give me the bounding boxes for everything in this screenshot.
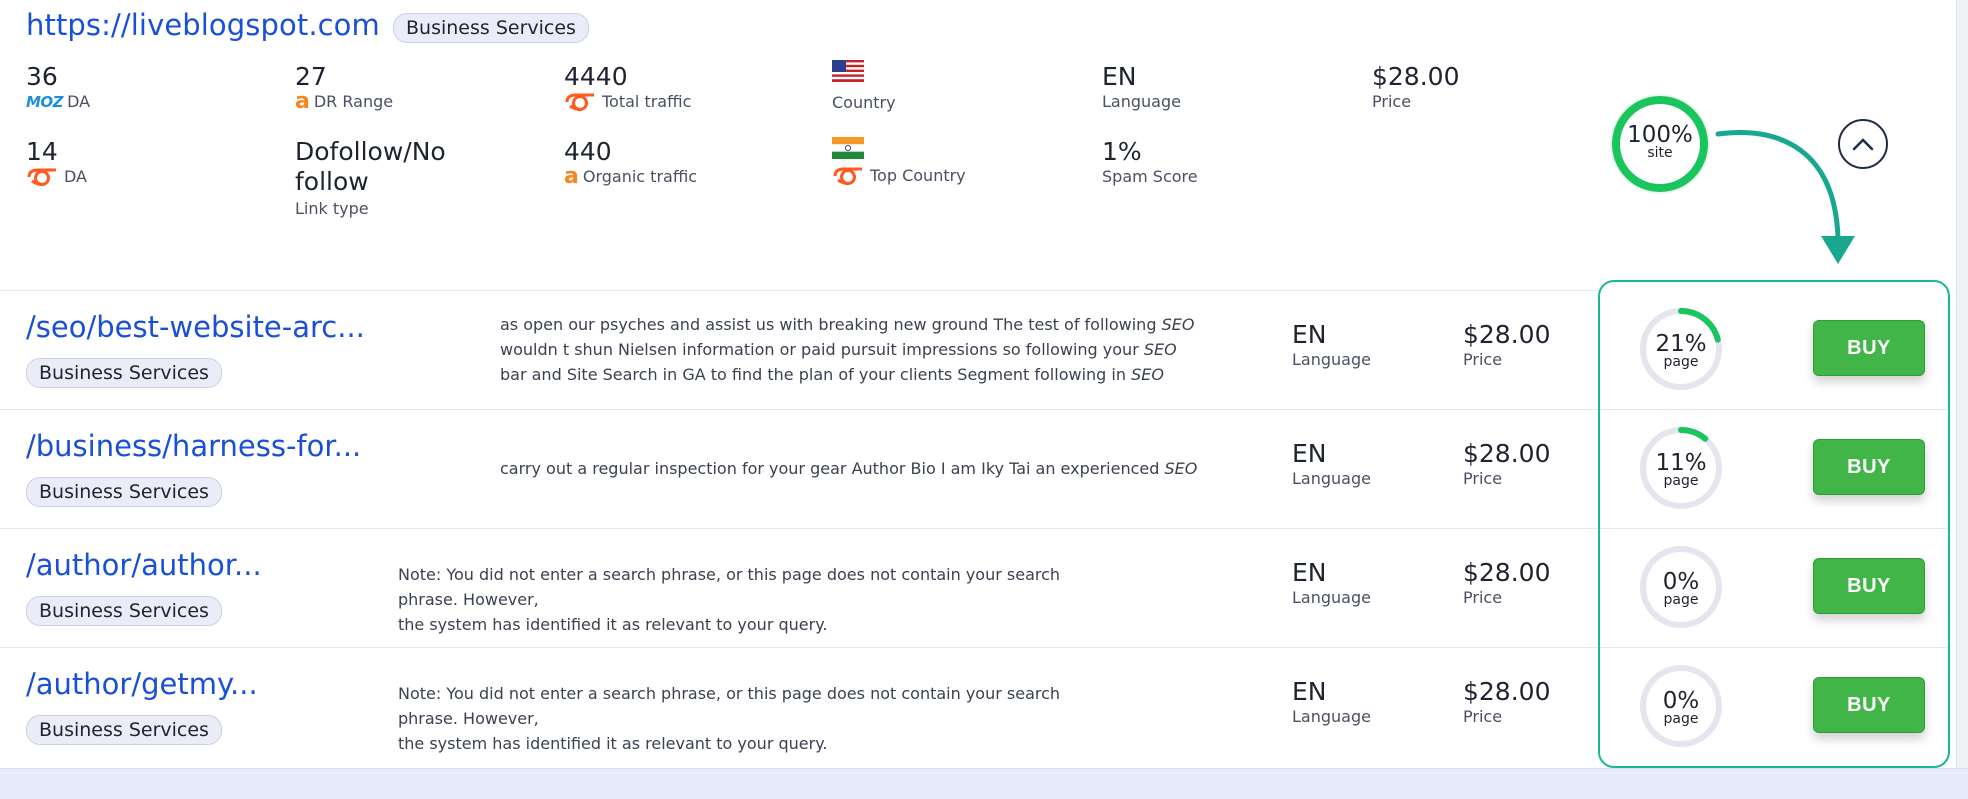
metric-price: $28.00 Price xyxy=(1372,62,1459,112)
site-score-sub: site xyxy=(1647,145,1673,161)
semrush-icon xyxy=(27,168,56,186)
desc-line: the system has identified it as relevant… xyxy=(398,734,828,753)
collapse-button[interactable] xyxy=(1838,119,1888,169)
page-price: $28.00 Price xyxy=(1463,558,1551,607)
metric-total-traffic: 4440 Total traffic xyxy=(564,62,691,112)
spam-score-value: 1% xyxy=(1102,137,1142,166)
link-type-value-line1: Dofollow/No xyxy=(295,137,446,166)
page-path-link[interactable]: /author/author... xyxy=(26,548,262,582)
page-category-tag: Business Services xyxy=(26,358,222,388)
metric-language: EN Language xyxy=(1102,62,1181,112)
desc-line: the system has identified it as relevant… xyxy=(398,615,828,634)
link-type-label: Link type xyxy=(295,199,369,218)
page-description: Note: You did not enter a search phrase,… xyxy=(398,562,1108,637)
desc-line: wouldn t shun Nielsen information or pai… xyxy=(500,339,1177,359)
page-price: $28.00 Price xyxy=(1463,439,1551,488)
total-traffic-label: Total traffic xyxy=(602,92,692,111)
site-score-text: 100% site xyxy=(1608,122,1712,161)
keyword-highlight: SEO xyxy=(1164,458,1198,478)
semrush-icon xyxy=(833,167,862,185)
language-label: Language xyxy=(1102,92,1181,111)
metric-spam-score: 1% Spam Score xyxy=(1102,137,1198,187)
moz-logo-icon: MOZ xyxy=(26,93,64,111)
page-path-link[interactable]: /author/getmy... xyxy=(26,667,258,701)
page-description: as open our psyches and assist us with b… xyxy=(500,312,1210,387)
keyword-highlight: SEO xyxy=(1131,364,1164,384)
organic-traffic-label: Organic traffic xyxy=(582,167,698,186)
top-country-label: Top Country xyxy=(870,166,966,185)
site-score-percent: 100% xyxy=(1627,122,1693,148)
moz-da-value: 36 xyxy=(26,62,58,91)
ahrefs-icon: a xyxy=(295,89,310,114)
price-value: $28.00 xyxy=(1372,62,1460,91)
scrollbar-track[interactable] xyxy=(1956,0,1968,770)
india-flag-icon xyxy=(832,137,864,159)
spam-score-label: Spam Score xyxy=(1102,167,1198,186)
footer-band xyxy=(0,768,1968,799)
page-path-link[interactable]: /seo/best-website-arc... xyxy=(26,310,365,344)
ahrefs-icon: a xyxy=(564,164,579,189)
us-flag-icon xyxy=(832,60,864,82)
country-label: Country xyxy=(832,93,896,112)
semrush-da-value: 14 xyxy=(26,137,58,166)
divider xyxy=(1600,528,1948,529)
price-label: Price xyxy=(1372,92,1412,111)
page-language: EN Language xyxy=(1292,558,1371,607)
keyword-highlight: SEO xyxy=(1161,314,1195,334)
buy-button[interactable]: BUY xyxy=(1813,320,1925,376)
divider xyxy=(1600,647,1948,648)
page-category-tag: Business Services xyxy=(26,596,222,626)
metric-link-type: Dofollow/No follow Link type xyxy=(295,137,446,219)
buy-button[interactable]: BUY xyxy=(1813,439,1925,495)
page: https://liveblogspot.com Business Servic… xyxy=(0,0,1968,799)
site-category-tag: Business Services xyxy=(393,13,589,43)
page-description: carry out a regular inspection for your … xyxy=(500,456,1210,481)
page-score-text: 0% page xyxy=(1662,688,1700,727)
page-category-tag: Business Services xyxy=(26,715,222,745)
page-score-text: 11% page xyxy=(1655,450,1707,489)
organic-traffic-value: 440 xyxy=(564,137,612,166)
desc-line: bar and Site Search in GA to find the pl… xyxy=(500,364,1164,384)
page-language: EN Language xyxy=(1292,320,1371,369)
page-price: $28.00 Price xyxy=(1463,677,1551,726)
page-path-link[interactable]: /business/harness-for... xyxy=(26,429,361,463)
keyword-highlight: SEO xyxy=(1143,339,1177,359)
language-value: EN xyxy=(1102,62,1137,91)
buy-button[interactable]: BUY xyxy=(1813,558,1925,614)
divider xyxy=(1600,409,1948,410)
desc-line: as open our psyches and assist us with b… xyxy=(500,314,1195,334)
metric-moz-da: 36 MOZ DA xyxy=(26,62,90,112)
metric-organic-traffic: 440 a Organic traffic xyxy=(564,137,698,189)
moz-da-label: DA xyxy=(67,92,91,111)
semrush-icon xyxy=(565,93,594,111)
metric-top-country: Top Country xyxy=(832,137,966,186)
chevron-up-icon xyxy=(1852,138,1874,151)
semrush-da-label: DA xyxy=(64,167,87,186)
page-description: Note: You did not enter a search phrase,… xyxy=(398,681,1108,756)
desc-line: carry out a regular inspection for your … xyxy=(500,458,1198,478)
page-score-text: 21% page xyxy=(1655,331,1707,370)
dr-range-label: DR Range xyxy=(313,92,394,111)
page-price: $28.00 Price xyxy=(1463,320,1551,369)
link-type-value-line2: follow xyxy=(295,167,369,196)
metric-country: Country xyxy=(832,60,896,113)
page-score-text: 0% page xyxy=(1662,569,1700,608)
page-language: EN Language xyxy=(1292,677,1371,726)
buy-button[interactable]: BUY xyxy=(1813,677,1925,733)
desc-line: Note: You did not enter a search phrase,… xyxy=(398,565,1061,609)
page-category-tag: Business Services xyxy=(26,477,222,507)
desc-line: Note: You did not enter a search phrase,… xyxy=(398,684,1061,728)
site-url-link[interactable]: https://liveblogspot.com xyxy=(26,8,380,42)
metric-dr-range: 27 a DR Range xyxy=(295,62,394,114)
total-traffic-value: 4440 xyxy=(564,62,628,91)
page-language: EN Language xyxy=(1292,439,1371,488)
dr-range-value: 27 xyxy=(295,62,327,91)
metric-semrush-da: 14 DA xyxy=(26,137,87,187)
